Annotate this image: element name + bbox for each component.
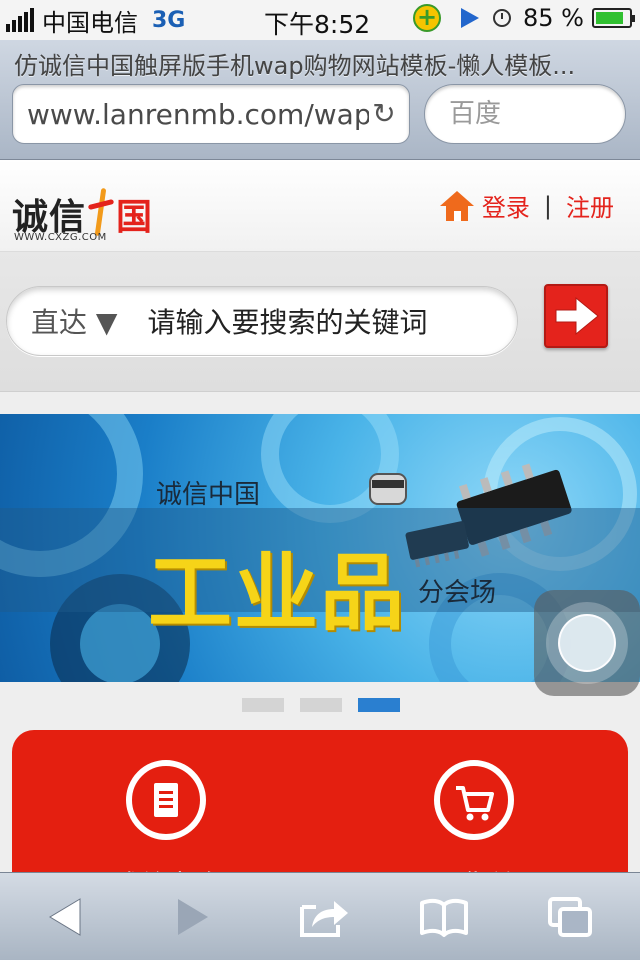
reload-icon[interactable]: ↻ xyxy=(369,99,399,129)
document-icon xyxy=(126,760,206,840)
forward-icon[interactable] xyxy=(162,893,222,941)
browser-top-bar: 仿诚信中国触屏版手机wap购物网站模板-懒人模板... www.lanrenmb… xyxy=(0,40,640,160)
page-title: 仿诚信中国触屏版手机wap购物网站模板-懒人模板... xyxy=(14,52,576,80)
site-search-box: 直达 ▼ 请输入要搜索的关键词 xyxy=(6,286,518,356)
app-plus-icon: + xyxy=(413,4,442,32)
pager-dot-3[interactable] xyxy=(358,698,400,712)
pager-dot-2[interactable] xyxy=(300,698,342,712)
network-type: 3G xyxy=(152,7,186,33)
clock: 下午8:52 xyxy=(264,10,371,39)
login-link[interactable]: 登录 xyxy=(482,188,530,223)
back-icon[interactable] xyxy=(36,893,96,941)
home-icon[interactable] xyxy=(439,190,474,221)
auth-separator: | xyxy=(543,191,552,220)
url-field[interactable]: www.lanrenmb.com/wap ↻ xyxy=(12,84,410,144)
battery-percent: 85 % xyxy=(523,4,584,32)
share-icon[interactable] xyxy=(294,893,354,941)
register-link[interactable]: 注册 xyxy=(566,188,614,223)
url-text: www.lanrenmb.com/wap xyxy=(27,97,372,131)
quick-entry-cart[interactable]: 进货单 xyxy=(374,760,574,890)
logo-domain: WWW.CXZG.COM xyxy=(14,232,107,243)
search-scope-select[interactable]: 直达 ▼ xyxy=(31,301,117,341)
banner-subtext: 分会场 xyxy=(418,578,497,608)
play-icon xyxy=(461,8,480,28)
banner-small-text: 诚信中国 xyxy=(156,480,261,510)
carrier-name: 中国电信 xyxy=(42,8,138,37)
site-logo[interactable]: 诚信 国 WWW.CXZG.COM xyxy=(12,184,153,243)
banner-pager xyxy=(242,698,400,712)
banner-headline: 工业品 xyxy=(148,543,407,642)
quick-entry-query[interactable]: 诚总查询 xyxy=(66,760,266,890)
cart-icon xyxy=(434,760,514,840)
tabs-icon[interactable] xyxy=(542,893,602,941)
site-search-input[interactable]: 请输入要搜索的关键词 xyxy=(147,301,427,341)
auth-links: 登录 | 注册 xyxy=(439,188,614,223)
search-go-button[interactable] xyxy=(544,284,608,348)
status-bar: 中国电信 3G 下午8:52 + 85 % xyxy=(0,0,640,40)
search-area: 直达 ▼ 请输入要搜索的关键词 xyxy=(0,252,640,392)
arrow-right-icon xyxy=(555,296,599,336)
logo-text-b: 国 xyxy=(116,196,153,238)
pager-dot-1[interactable] xyxy=(242,698,284,712)
assistive-touch-button[interactable] xyxy=(534,590,640,696)
signal-strength-icon xyxy=(6,8,34,32)
quick-entry-panel: 诚总查询 进货单 xyxy=(12,730,628,890)
battery-icon xyxy=(592,8,635,28)
browser-search-input[interactable]: 百度 xyxy=(424,84,626,144)
alarm-icon xyxy=(493,9,512,27)
site-header: 诚信 国 WWW.CXZG.COM 登录 | 注册 xyxy=(0,160,640,252)
browser-toolbar xyxy=(0,872,640,960)
bookmarks-icon[interactable] xyxy=(414,893,474,941)
